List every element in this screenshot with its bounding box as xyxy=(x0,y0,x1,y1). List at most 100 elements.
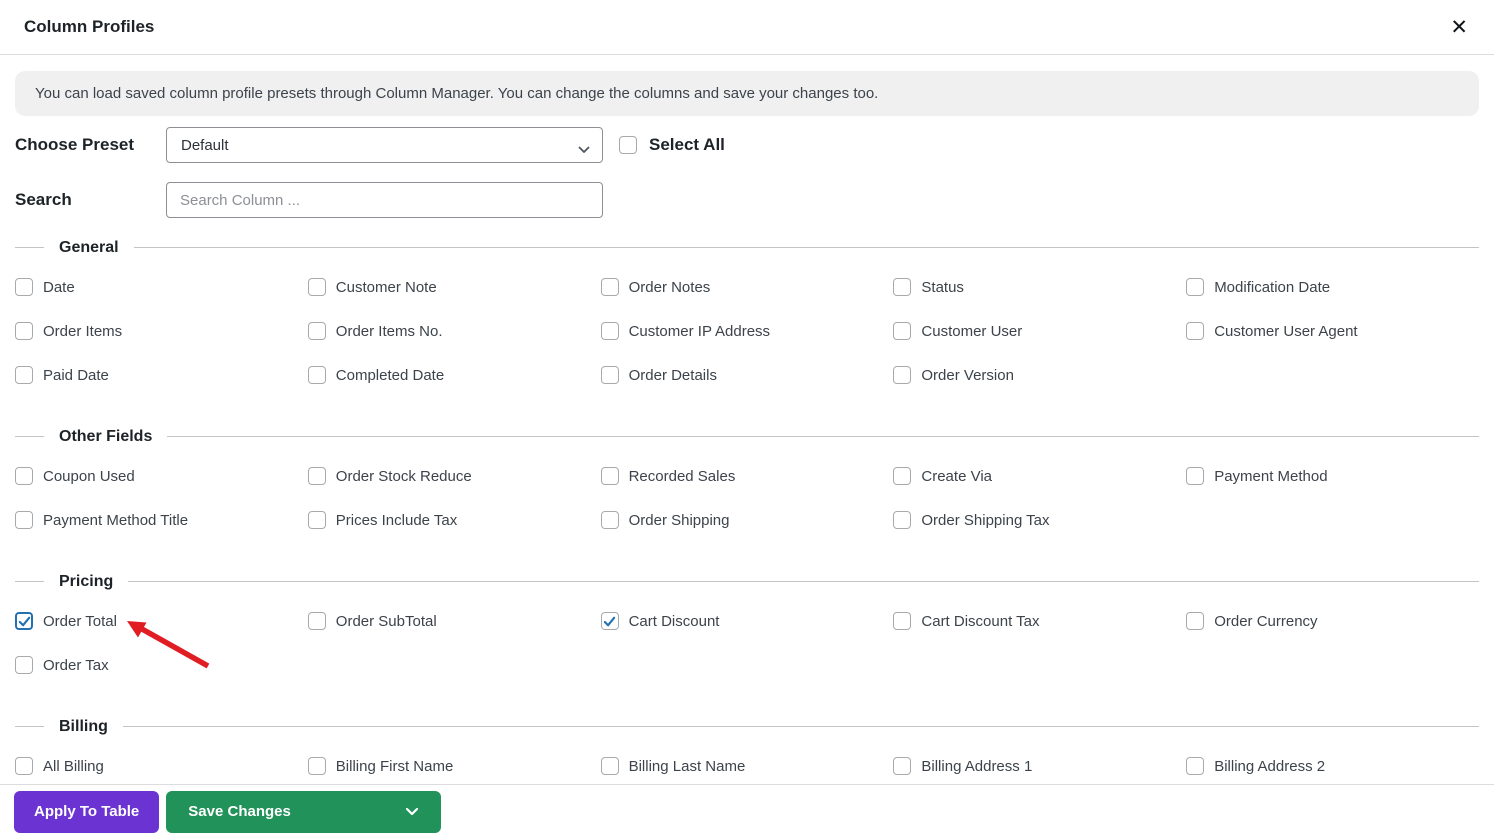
checkbox-item-customer-ip-address[interactable]: Customer IP Address xyxy=(600,322,894,340)
checkbox-item-modification-date[interactable]: Modification Date xyxy=(1186,278,1479,296)
checkbox-item-customer-note[interactable]: Customer Note xyxy=(307,278,601,296)
checkbox-label: Order Notes xyxy=(628,278,711,296)
checkbox-payment-method[interactable] xyxy=(1186,467,1205,485)
checkbox-label: Coupon Used xyxy=(43,467,135,485)
section-general: General Date Customer Note Order Notes Statu… xyxy=(15,237,1479,397)
checkbox-item-order-currency[interactable]: Order Currency xyxy=(1186,612,1479,630)
checkbox-label: Prices Include Tax xyxy=(335,511,458,529)
checkbox-status[interactable] xyxy=(893,278,912,296)
checkbox-date[interactable] xyxy=(15,278,33,296)
checkbox-item-order-total[interactable]: Order Total xyxy=(15,612,308,630)
section-title: Pricing xyxy=(44,571,129,593)
section-divider xyxy=(15,247,1479,248)
select-all[interactable]: Select All xyxy=(619,135,725,155)
checkbox-item-status[interactable]: Status xyxy=(893,278,1186,296)
checkbox-order-total[interactable] xyxy=(15,612,33,630)
checkbox-item-payment-method[interactable]: Payment Method xyxy=(1186,467,1479,485)
checkbox-item-billing-address-2[interactable]: Billing Address 2 xyxy=(1186,757,1479,775)
checkbox-order-details[interactable] xyxy=(600,366,619,384)
section-billing: Billing All Billing Billing First Name Bill… xyxy=(15,716,1479,788)
checkbox-item-order-stock-reduce[interactable]: Order Stock Reduce xyxy=(307,467,601,485)
checkbox-prices-include-tax[interactable] xyxy=(307,511,326,529)
checkbox-order-items[interactable] xyxy=(15,322,33,340)
modal-body: You can load saved column profile preset… xyxy=(0,71,1494,788)
checkbox-create-via[interactable] xyxy=(893,467,912,485)
checkbox-order-shipping-tax[interactable] xyxy=(893,511,912,529)
checkbox-billing-address-1[interactable] xyxy=(893,757,912,775)
checkbox-label: Billing Last Name xyxy=(628,757,746,775)
checkbox-recorded-sales[interactable] xyxy=(600,467,619,485)
checkbox-item-billing-last-name[interactable]: Billing Last Name xyxy=(600,757,894,775)
checkbox-item-recorded-sales[interactable]: Recorded Sales xyxy=(600,467,894,485)
checkbox-payment-method-title[interactable] xyxy=(15,511,33,529)
checkbox-all-billing[interactable] xyxy=(15,757,33,775)
checkbox-order-version[interactable] xyxy=(893,366,912,384)
checkbox-item-completed-date[interactable]: Completed Date xyxy=(307,366,601,384)
checkbox-order-notes[interactable] xyxy=(600,278,619,296)
checkbox-label: Billing First Name xyxy=(335,757,454,775)
checkbox-item-create-via[interactable]: Create Via xyxy=(893,467,1186,485)
checkbox-item-paid-date[interactable]: Paid Date xyxy=(15,366,308,384)
checkbox-billing-last-name[interactable] xyxy=(600,757,619,775)
checkbox-label: All Billing xyxy=(43,757,104,775)
close-icon[interactable]: ✕ xyxy=(1446,15,1472,40)
checkbox-item-order-items-no[interactable]: Order Items No. xyxy=(307,322,601,340)
checkbox-billing-address-2[interactable] xyxy=(1186,757,1205,775)
section-pricing: Pricing Order Total Order SubTotal Cart Dis… xyxy=(15,571,1479,687)
checkbox-item-billing-address-1[interactable]: Billing Address 1 xyxy=(893,757,1186,775)
checkbox-item-prices-include-tax[interactable]: Prices Include Tax xyxy=(307,511,601,529)
checkbox-customer-ip-address[interactable] xyxy=(600,322,619,340)
checkbox-item-payment-method-title[interactable]: Payment Method Title xyxy=(15,511,308,529)
checkbox-customer-user[interactable] xyxy=(893,322,912,340)
checkbox-coupon-used[interactable] xyxy=(15,467,33,485)
checkbox-order-stock-reduce[interactable] xyxy=(307,467,326,485)
chevron-down-icon[interactable] xyxy=(405,803,419,820)
checkbox-item-order-notes[interactable]: Order Notes xyxy=(600,278,894,296)
search-input[interactable] xyxy=(166,182,603,218)
checkbox-paid-date[interactable] xyxy=(15,366,33,384)
checkbox-order-subtotal[interactable] xyxy=(307,612,326,630)
checkbox-label: Customer User Agent xyxy=(1214,322,1358,340)
checkbox-item-customer-user-agent[interactable]: Customer User Agent xyxy=(1186,322,1479,340)
checkbox-order-items-no[interactable] xyxy=(307,322,326,340)
checkbox-cart-discount-tax[interactable] xyxy=(893,612,912,630)
checkbox-item-customer-user[interactable]: Customer User xyxy=(893,322,1186,340)
checkbox-item-order-details[interactable]: Order Details xyxy=(600,366,894,384)
checkbox-item-all-billing[interactable]: All Billing xyxy=(15,757,308,775)
section-other-fields: Other Fields Coupon Used Order Stock Reduc… xyxy=(15,426,1479,542)
checkbox-label: Order Details xyxy=(628,366,717,384)
checkbox-item-cart-discount-tax[interactable]: Cart Discount Tax xyxy=(893,612,1186,630)
checkbox-customer-user-agent[interactable] xyxy=(1186,322,1205,340)
checkbox-item-coupon-used[interactable]: Coupon Used xyxy=(15,467,308,485)
checkbox-item-order-version[interactable]: Order Version xyxy=(893,366,1186,384)
select-all-checkbox[interactable] xyxy=(619,136,637,154)
checkbox-completed-date[interactable] xyxy=(307,366,326,384)
checkbox-item-order-items[interactable]: Order Items xyxy=(15,322,308,340)
sections: General Date Customer Note Order Notes Statu… xyxy=(15,237,1479,788)
checkbox-cart-discount[interactable] xyxy=(600,612,619,630)
checkbox-order-shipping[interactable] xyxy=(600,511,619,529)
checkbox-label: Order Currency xyxy=(1214,612,1318,630)
checkbox-modification-date[interactable] xyxy=(1186,278,1205,296)
checkbox-item-order-shipping-tax[interactable]: Order Shipping Tax xyxy=(893,511,1186,529)
check-icon xyxy=(18,616,30,626)
checkbox-label: Create Via xyxy=(921,467,992,485)
checkbox-billing-first-name[interactable] xyxy=(307,757,326,775)
checkbox-item-date[interactable]: Date xyxy=(15,278,308,296)
checkbox-order-tax[interactable] xyxy=(15,656,33,674)
checkbox-item-order-subtotal[interactable]: Order SubTotal xyxy=(307,612,601,630)
checkbox-item-billing-first-name[interactable]: Billing First Name xyxy=(307,757,601,775)
preset-select[interactable]: Default xyxy=(166,127,603,163)
section-divider xyxy=(15,726,1479,727)
checkbox-order-currency[interactable] xyxy=(1186,612,1205,630)
checkbox-item-order-tax[interactable]: Order Tax xyxy=(15,656,308,674)
checkbox-label: Recorded Sales xyxy=(628,467,736,485)
check-icon xyxy=(603,616,616,626)
checkbox-label: Date xyxy=(43,278,75,296)
save-changes-button[interactable]: Save Changes xyxy=(166,790,442,833)
checkbox-item-order-shipping[interactable]: Order Shipping xyxy=(600,511,894,529)
checkbox-label: Order Tax xyxy=(43,656,109,674)
checkbox-customer-note[interactable] xyxy=(307,278,326,296)
checkbox-item-cart-discount[interactable]: Cart Discount xyxy=(600,612,894,630)
apply-to-table-button[interactable]: Apply To Table xyxy=(14,790,160,833)
